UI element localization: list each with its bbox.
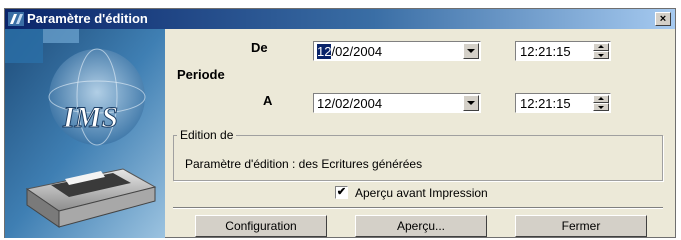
button-separator: [173, 207, 663, 209]
time-to-arrows: [593, 95, 609, 111]
time-to-value[interactable]: 12:21:15: [520, 96, 571, 111]
window-title: Paramètre d'édition: [27, 11, 148, 26]
date-from-combo[interactable]: 12/02/2004: [313, 41, 481, 61]
time-from-up-button[interactable]: [593, 43, 609, 51]
date-to-value[interactable]: 12/02/2004: [317, 96, 382, 111]
preview-checkbox-label[interactable]: Aperçu avant Impression: [355, 186, 488, 200]
close-window-button[interactable]: ×: [655, 12, 671, 26]
svg-text:IMS: IMS: [62, 101, 118, 134]
date-to-dropdown-button[interactable]: [463, 95, 479, 111]
preview-button[interactable]: Aperçu...: [355, 215, 487, 237]
edition-description: Paramètre d'édition : des Ecritures géné…: [185, 157, 423, 171]
label-a: A: [263, 93, 273, 108]
time-to-spinner[interactable]: 12:21:15: [515, 93, 611, 113]
dialog-window: Paramètre d'édition × IMS De 12/02/2004 …: [4, 8, 676, 238]
time-from-spinner[interactable]: 12:21:15: [515, 41, 611, 61]
date-from-rest: /02/2004: [331, 44, 383, 59]
side-banner: IMS: [5, 29, 165, 238]
dialog-content: De 12/02/2004 12:21:15 Periode A 12/02/2…: [165, 29, 675, 238]
label-de: De: [251, 40, 268, 55]
date-from-selected-segment: 12: [317, 44, 332, 59]
ims-logo: IMS: [62, 101, 119, 135]
app-icon: [8, 12, 24, 26]
banner-illustration: IMS: [5, 29, 165, 238]
date-from-value[interactable]: 12/02/2004: [317, 44, 382, 59]
configuration-button[interactable]: Configuration: [195, 215, 327, 237]
time-to-down-button[interactable]: [593, 103, 609, 111]
label-periode: Periode: [177, 67, 225, 82]
time-to-up-button[interactable]: [593, 95, 609, 103]
close-button[interactable]: Fermer: [515, 215, 647, 237]
preview-checkbox[interactable]: ✔: [335, 186, 348, 199]
date-from-dropdown-button[interactable]: [463, 43, 479, 59]
time-from-arrows: [593, 43, 609, 59]
time-from-down-button[interactable]: [593, 51, 609, 59]
title-bar[interactable]: Paramètre d'édition ×: [5, 9, 675, 29]
time-from-value[interactable]: 12:21:15: [520, 44, 571, 59]
date-to-combo[interactable]: 12/02/2004: [313, 93, 481, 113]
edition-group-legend: Edition de: [177, 128, 237, 142]
